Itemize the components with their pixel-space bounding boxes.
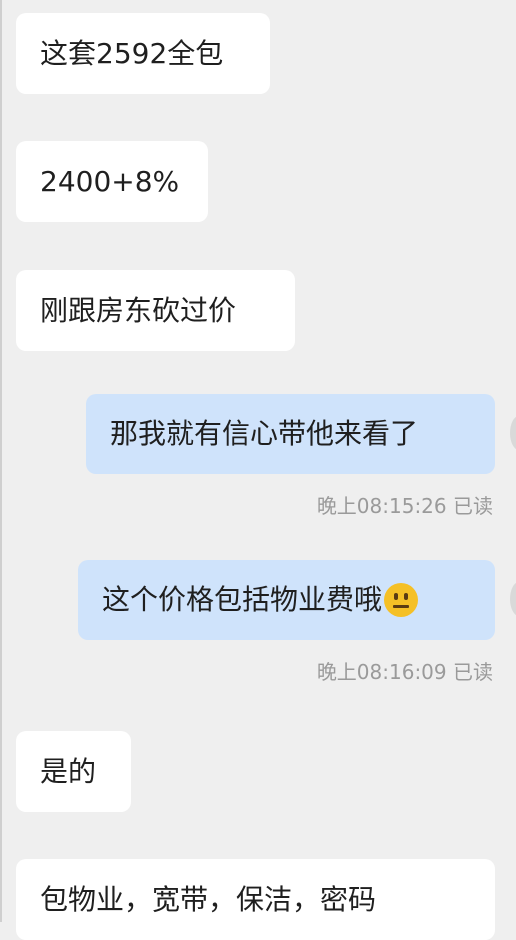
message-time: 晚上08:15:26 (316, 494, 447, 518)
message-text: 那我就有信心带他来看了 (110, 417, 419, 450)
message-bubble-outgoing[interactable]: 这个价格包括物业费哦 (78, 560, 495, 640)
avatar[interactable] (510, 582, 516, 616)
avatar[interactable] (510, 416, 516, 450)
message-bubble-incoming[interactable]: 包物业，宽带，保洁，密码 (16, 859, 495, 940)
message-bubble-incoming[interactable]: 2400+8% (16, 141, 208, 222)
message-bubble-incoming[interactable]: 这套2592全包 (16, 13, 270, 94)
message-text: 这套2592全包 (40, 36, 224, 70)
read-receipt: 已读 (453, 494, 493, 518)
message-text: 这个价格包括物业费哦 (102, 583, 383, 616)
read-receipt: 已读 (453, 660, 493, 684)
message-text: 刚跟房东砍过价 (40, 293, 237, 327)
message-bubble-incoming[interactable]: 刚跟房东砍过价 (16, 270, 295, 351)
message-bubble-outgoing[interactable]: 那我就有信心带他来看了 (86, 394, 495, 474)
message-status: 晚上08:16:09 已读 (317, 656, 493, 685)
message-text: 包物业，宽带，保洁，密码 (40, 882, 377, 916)
message-bubble-incoming[interactable]: 是的 (16, 731, 131, 812)
message-text: 是的 (40, 754, 97, 788)
screen-left-edge (0, 0, 2, 922)
message-time: 晚上08:16:09 (316, 660, 447, 684)
message-text: 2400+8% (40, 164, 180, 198)
message-status: 晚上08:15:26 已读 (317, 490, 493, 519)
neutral-face-emoji (384, 583, 419, 617)
